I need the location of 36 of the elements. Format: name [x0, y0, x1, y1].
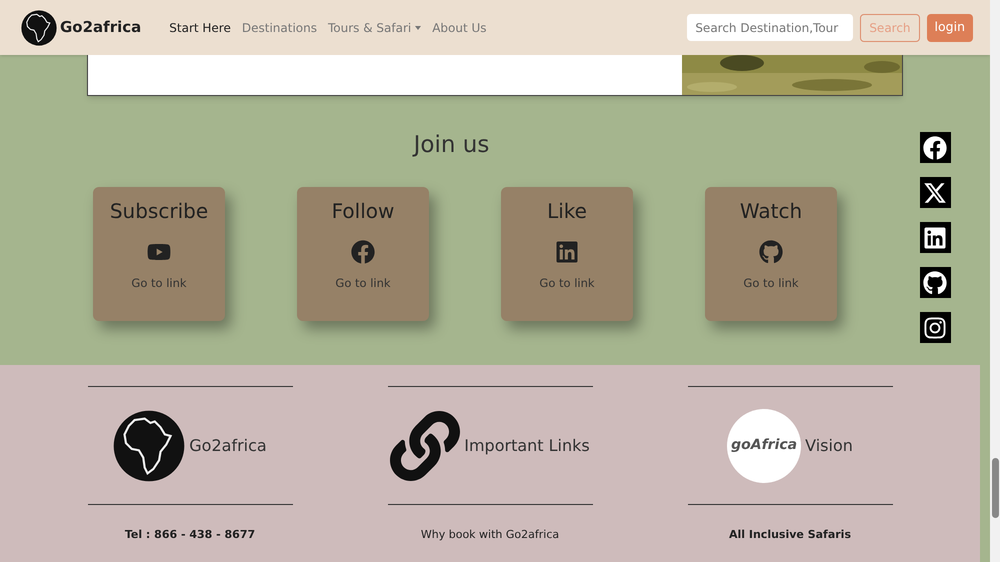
- footer-heading: Go2africa: [189, 434, 267, 456]
- card-link[interactable]: Go to link: [335, 274, 391, 292]
- card-title: Subscribe: [110, 198, 208, 224]
- login-button[interactable]: login: [926, 14, 973, 42]
- footer-heading: Important Links: [464, 434, 590, 456]
- linkedin-icon: [555, 240, 579, 264]
- card-link[interactable]: Go to link: [131, 274, 187, 292]
- facebook-icon[interactable]: [920, 132, 950, 163]
- nav-link[interactable]: Start Here: [169, 18, 231, 36]
- caret-icon: [415, 26, 422, 30]
- footer-item: Why book with Go2africa: [420, 527, 560, 543]
- goafrica-logo: goAfrica: [727, 408, 802, 482]
- card-title: Like: [547, 198, 587, 224]
- footer-item: All Inclusive Safaris: [728, 527, 851, 543]
- nav-link[interactable]: Destinations: [242, 18, 317, 36]
- github-icon: [759, 240, 783, 264]
- footer-item: Tel : 866 - 438 - 8677: [124, 527, 256, 543]
- nav-link[interactable]: About Us: [432, 18, 487, 36]
- card-link[interactable]: Go to link: [539, 274, 595, 292]
- scrollbar[interactable]: [990, 0, 1000, 562]
- instagram-icon[interactable]: [920, 312, 950, 343]
- card-title: Follow: [332, 198, 394, 224]
- github-icon[interactable]: [920, 267, 950, 298]
- chain-link-icon: [390, 410, 460, 480]
- search-field[interactable]: Search Destination,Tour: [687, 14, 854, 41]
- section-title: Join us: [414, 131, 490, 160]
- africa-logo-icon: [113, 410, 186, 482]
- linkedin-icon[interactable]: [920, 222, 950, 253]
- brand-name[interactable]: Go2africa: [60, 16, 142, 39]
- card-title: Watch: [740, 198, 802, 224]
- facebook-icon: [351, 240, 375, 264]
- x-icon[interactable]: [920, 177, 950, 208]
- nav-link[interactable]: Tours & Safari: [328, 18, 422, 36]
- footer-heading: Vision: [805, 434, 853, 456]
- africa-logo-icon: [21, 10, 57, 46]
- card-link[interactable]: Go to link: [743, 274, 799, 292]
